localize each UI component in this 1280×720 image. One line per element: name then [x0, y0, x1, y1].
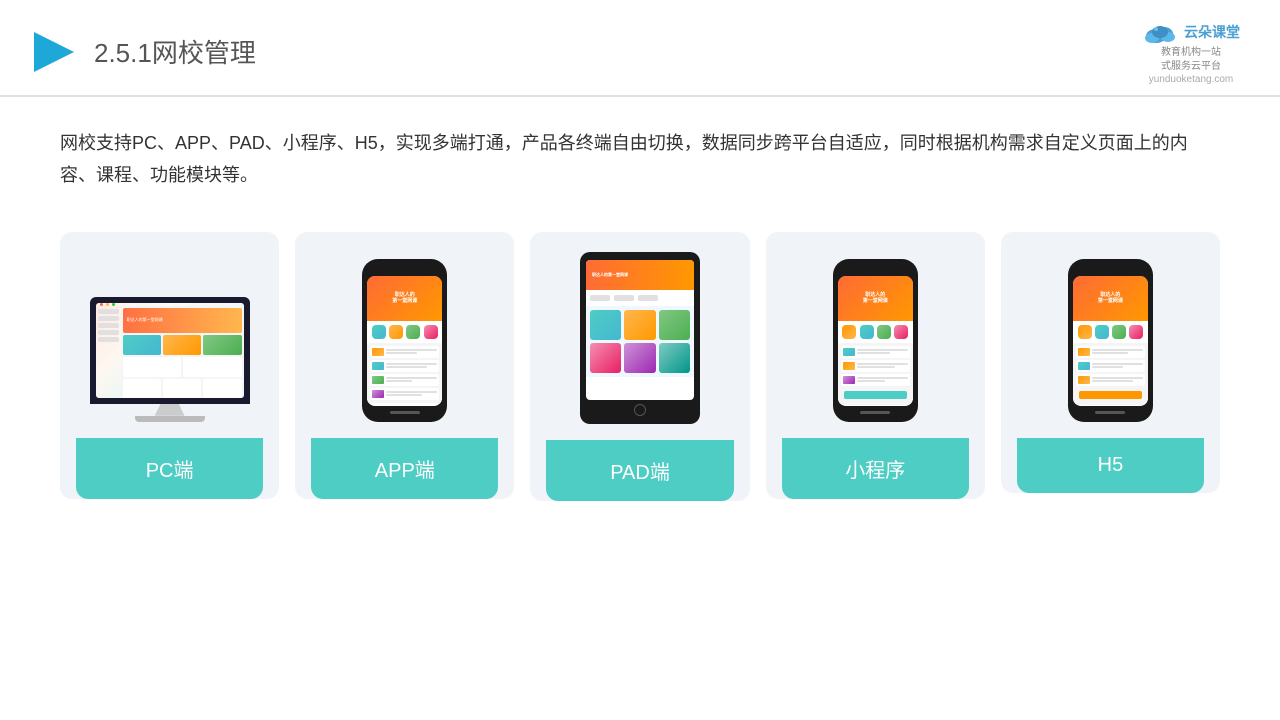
card-h5: 职达人的第一堂网课 [1001, 232, 1220, 493]
pc-mockup: 职达人的第一堂网课 [76, 252, 263, 422]
card-pad: 职达人的第一堂网课 [530, 232, 749, 501]
title-number: 2.5.1 [94, 38, 152, 68]
card-pc: 职达人的第一堂网课 [60, 232, 279, 499]
card-app: 职达人的第一堂网课 [295, 232, 514, 499]
cards-grid: 职达人的第一堂网课 [60, 232, 1220, 501]
header-left: 2.5.1网校管理 [30, 28, 256, 76]
logo-cloud: 云朵课堂 [1142, 18, 1240, 46]
pad-mockup: 职达人的第一堂网课 [546, 252, 733, 424]
logo-tagline: 教育机构一站 式服务云平台 [1161, 46, 1221, 74]
logo-area: 云朵课堂 教育机构一站 式服务云平台 yunduoketang.com [1142, 18, 1240, 85]
main-content: 网校支持PC、APP、PAD、小程序、H5，实现多端打通，产品各终端自由切换，数… [0, 97, 1280, 720]
header: 2.5.1网校管理 云朵课堂 教育机构一站 式服务云平台 yunduoketan… [0, 0, 1280, 97]
play-icon [30, 28, 78, 76]
h5-mockup: 职达人的第一堂网课 [1017, 252, 1204, 422]
card-miniprogram: 职达人的第一堂网课 [766, 232, 985, 499]
page-title: 2.5.1网校管理 [94, 33, 256, 70]
app-mockup: 职达人的第一堂网课 [311, 252, 498, 422]
description-text: 网校支持PC、APP、PAD、小程序、H5，实现多端打通，产品各终端自由切换，数… [60, 127, 1220, 192]
label-h5: H5 [1017, 438, 1204, 493]
label-miniprogram: 小程序 [782, 438, 969, 499]
cloud-logo-icon [1142, 18, 1178, 46]
label-app: APP端 [311, 438, 498, 499]
logo-name: 云朵课堂 [1184, 22, 1240, 42]
logo-url: yunduoketang.com [1149, 74, 1234, 85]
miniprogram-mockup: 职达人的第一堂网课 [782, 252, 969, 422]
label-pc: PC端 [76, 438, 263, 499]
label-pad: PAD端 [546, 440, 733, 501]
page-container: 2.5.1网校管理 云朵课堂 教育机构一站 式服务云平台 yunduoketan… [0, 0, 1280, 720]
title-main: 网校管理 [152, 38, 256, 68]
